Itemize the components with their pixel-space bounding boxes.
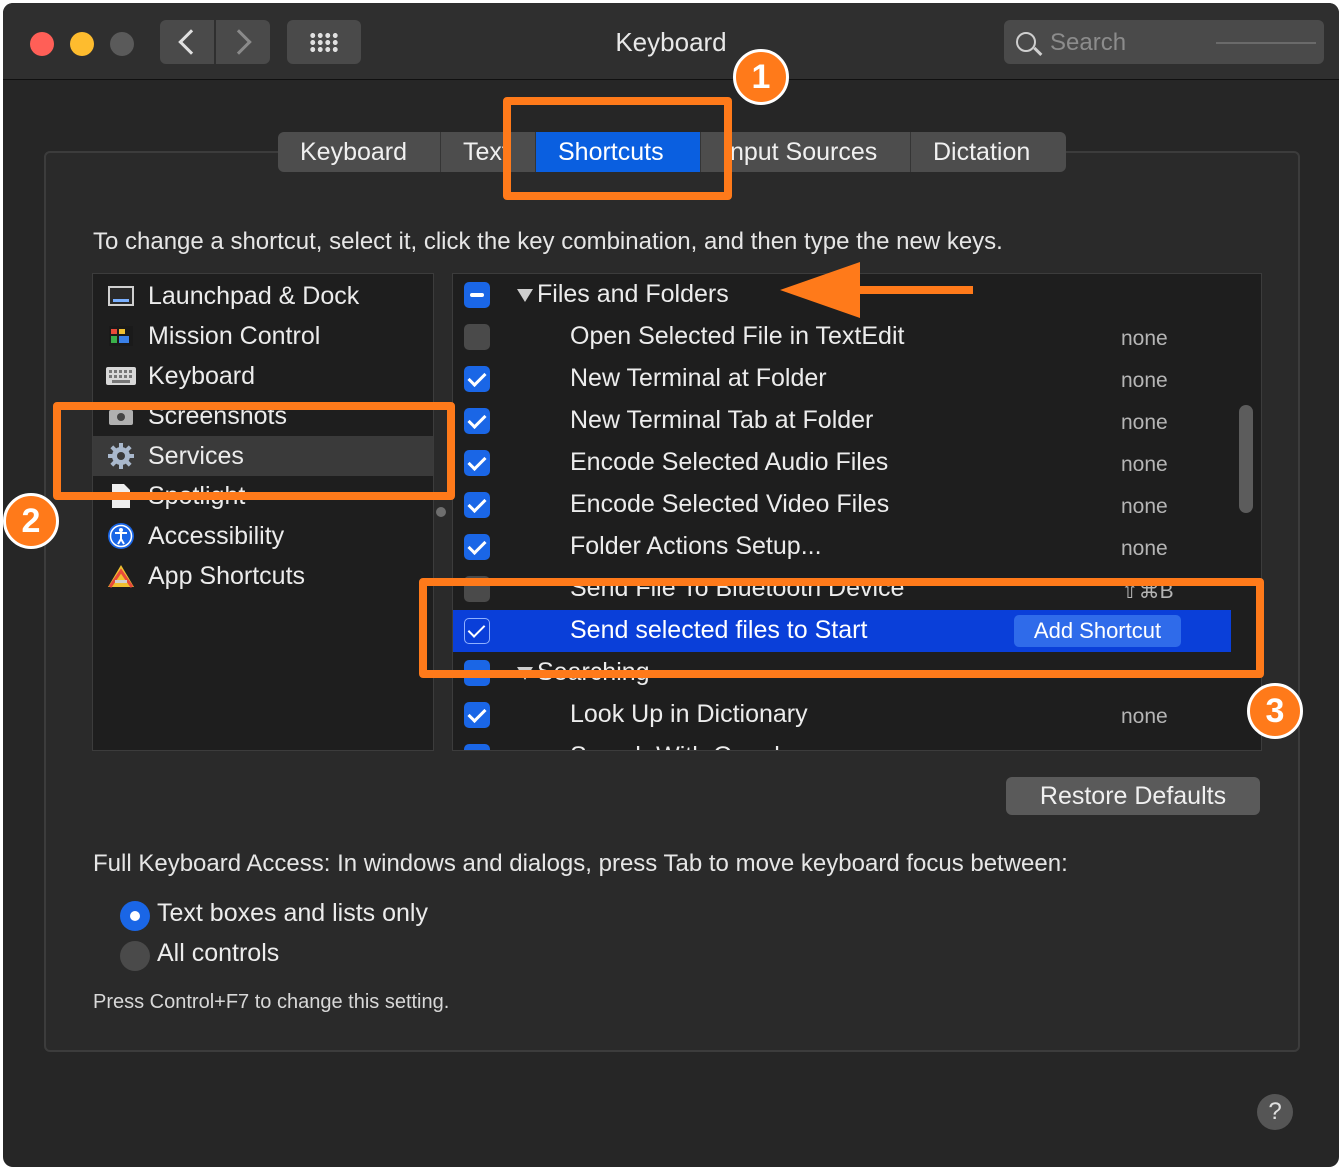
search-icon (1016, 32, 1036, 52)
shortcut-label: Open Selected File in TextEdit (570, 322, 905, 350)
shortcut-checkbox[interactable] (464, 366, 490, 392)
shortcut-checkbox[interactable] (464, 450, 490, 476)
shortcut-key[interactable]: none (1121, 327, 1168, 351)
shortcut-key[interactable]: none (1121, 495, 1168, 519)
shortcut-label: Search With Google (570, 742, 794, 750)
shortcut-checkbox[interactable] (464, 408, 490, 434)
shortcut-row[interactable]: Look Up in Dictionary none (453, 694, 1231, 736)
shortcut-row[interactable]: New Terminal at Folder none (453, 358, 1231, 400)
category-accessibility[interactable]: Accessibility (93, 516, 433, 556)
group-checkbox[interactable] (464, 282, 490, 308)
shortcut-checkbox[interactable] (464, 492, 490, 518)
keyboard-access-heading: Full Keyboard Access: In windows and dia… (93, 850, 1068, 877)
shortcut-row[interactable]: Search With Google ⇧⌘L (453, 736, 1231, 750)
annotation-box-shortcuts-tab (503, 97, 732, 200)
category-label: Launchpad & Dock (148, 281, 360, 310)
shortcut-key[interactable]: none (1121, 369, 1168, 393)
shortcut-label: New Terminal Tab at Folder (570, 406, 874, 434)
keyboard-access-note: Press Control+F7 to change this setting. (93, 991, 450, 1013)
title-bar: Keyboard Search (3, 3, 1339, 80)
disclosure-triangle-icon[interactable] (517, 289, 533, 302)
shortcut-label: Encode Selected Audio Files (570, 448, 889, 476)
tab-dictation[interactable]: Dictation (911, 132, 1066, 172)
launchpad-icon (106, 282, 136, 310)
shortcut-row[interactable]: Encode Selected Video Files none (453, 484, 1231, 526)
keyboard-icon (106, 362, 136, 390)
category-label: App Shortcuts (148, 561, 306, 590)
shortcut-checkbox[interactable] (464, 702, 490, 728)
radio-text-boxes-only[interactable] (120, 901, 150, 931)
shortcut-row[interactable]: Open Selected File in TextEdit none (453, 316, 1231, 358)
shortcut-label: New Terminal at Folder (570, 364, 827, 392)
shortcut-key[interactable]: none (1121, 537, 1168, 561)
shortcut-row[interactable]: New Terminal Tab at Folder none (453, 400, 1231, 442)
category-mission-control[interactable]: Mission Control (93, 316, 433, 356)
radio-all-controls[interactable] (120, 941, 150, 971)
annotation-badge-1: 1 (733, 49, 789, 105)
radio-label[interactable]: All controls (157, 939, 279, 968)
shortcut-row[interactable]: Encode Selected Audio Files none (453, 442, 1231, 484)
instruction-text: To change a shortcut, select it, click t… (93, 228, 1003, 255)
shortcut-checkbox[interactable] (464, 744, 490, 750)
help-button[interactable]: ? (1257, 1094, 1293, 1130)
shortcut-label: Folder Actions Setup... (570, 532, 822, 560)
shortcut-label: Look Up in Dictionary (570, 700, 808, 728)
category-launchpad-dock[interactable]: Launchpad & Dock (93, 276, 433, 316)
shortcut-row[interactable]: Folder Actions Setup... none (453, 526, 1231, 568)
shortcut-checkbox[interactable] (464, 324, 490, 350)
search-field[interactable]: Search (1004, 20, 1324, 64)
category-list-scroll-indicator[interactable] (436, 507, 446, 517)
category-label: Accessibility (148, 521, 285, 550)
shortcut-key[interactable]: none (1121, 411, 1168, 435)
mission-control-icon (106, 322, 136, 350)
radio-label[interactable]: Text boxes and lists only (157, 899, 428, 928)
tab-input-sources[interactable]: Input Sources (701, 132, 911, 172)
shortcut-list-scrollbar[interactable] (1239, 405, 1253, 513)
annotation-box-services (53, 402, 455, 500)
search-divider (1216, 42, 1316, 44)
restore-defaults-button[interactable]: Restore Defaults (1006, 777, 1260, 815)
category-list: Launchpad & Dock Mission Control Keyboar… (92, 273, 434, 751)
search-placeholder: Search (1050, 29, 1127, 56)
shortcut-list: Files and Folders Open Selected File in … (452, 273, 1262, 751)
annotation-arrow-icon (780, 262, 860, 318)
shortcut-checkbox[interactable] (464, 534, 490, 560)
annotation-badge-3: 3 (1247, 683, 1303, 739)
category-keyboard[interactable]: Keyboard (93, 356, 433, 396)
category-label: Mission Control (148, 321, 321, 350)
shortcut-key[interactable]: ⇧⌘L (1121, 747, 1171, 750)
annotation-box-selected-row (419, 578, 1264, 678)
shortcut-key[interactable]: none (1121, 705, 1168, 729)
app-shortcuts-icon (106, 562, 136, 590)
annotation-badge-2: 2 (3, 493, 59, 549)
shortcut-key[interactable]: none (1121, 453, 1168, 477)
accessibility-icon (106, 522, 136, 550)
category-app-shortcuts[interactable]: App Shortcuts (93, 556, 433, 596)
tab-keyboard[interactable]: Keyboard (278, 132, 441, 172)
category-label: Keyboard (148, 361, 256, 390)
group-label: Files and Folders (537, 280, 729, 308)
shortcut-label: Encode Selected Video Files (570, 490, 890, 518)
